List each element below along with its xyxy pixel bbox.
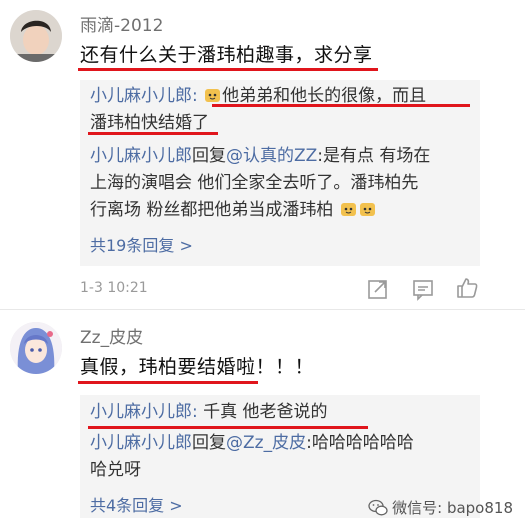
emoji-icon [359, 203, 375, 216]
reply-item[interactable]: 小儿麻小儿郎: 他弟弟和他长的很像，而且 潘玮柏快结婚了 [90, 83, 474, 137]
reply-box: 小儿麻小儿郎: 他弟弟和他长的很像，而且 潘玮柏快结婚了 小儿麻小儿郎回复@认真… [80, 80, 480, 266]
watermark: 微信号: bapo818 [368, 497, 513, 518]
divider [0, 309, 525, 310]
username[interactable]: Zz_皮皮 [80, 323, 143, 348]
avatar[interactable] [10, 10, 62, 62]
highlight-underline [88, 426, 368, 429]
share-icon[interactable] [366, 277, 390, 301]
emoji-icon [205, 89, 221, 102]
reply-author[interactable]: 小儿麻小儿郎 [90, 433, 192, 453]
reply-target[interactable]: @Zz_皮皮 [226, 433, 306, 453]
more-replies-link[interactable]: 共19条回复 > [90, 232, 193, 256]
like-icon[interactable] [455, 276, 479, 300]
reply-item[interactable]: 小儿麻小儿郎回复@Zz_皮皮:哈哈哈哈哈哈 哈兑呀 [90, 430, 474, 484]
emoji-icon [340, 203, 356, 216]
highlight-underline [212, 104, 470, 107]
watermark-text: 微信号: bapo818 [392, 499, 513, 517]
username[interactable]: 雨滴-2012 [80, 11, 163, 36]
comment-text: 还有什么关于潘玮柏趣事，求分享 [80, 44, 373, 66]
avatar[interactable] [10, 322, 62, 374]
more-replies-link[interactable]: 共4条回复 > [90, 492, 183, 516]
wechat-icon [368, 499, 388, 515]
reply-author[interactable]: 小儿麻小儿郎 [90, 146, 192, 166]
highlight-underline [78, 68, 378, 71]
reply-item[interactable]: 小儿麻小儿郎: 千真 他老爸说的 [90, 399, 474, 426]
reply-target[interactable]: @认真的ZZ [226, 146, 317, 166]
timestamp: 1-3 10:21 [80, 280, 148, 296]
comment-icon[interactable] [411, 277, 435, 301]
reply-author[interactable]: 小儿麻小儿郎 [90, 86, 192, 106]
reply-item[interactable]: 小儿麻小儿郎回复@认真的ZZ:是有点 有场在 上海的演唱会 他们全家全去听了。潘… [90, 143, 474, 224]
highlight-underline [88, 132, 218, 135]
comment-text: 真假，玮柏要结婚啦！！！ [80, 356, 315, 378]
reply-author[interactable]: 小儿麻小儿郎 [90, 402, 192, 422]
highlight-underline [78, 381, 258, 384]
